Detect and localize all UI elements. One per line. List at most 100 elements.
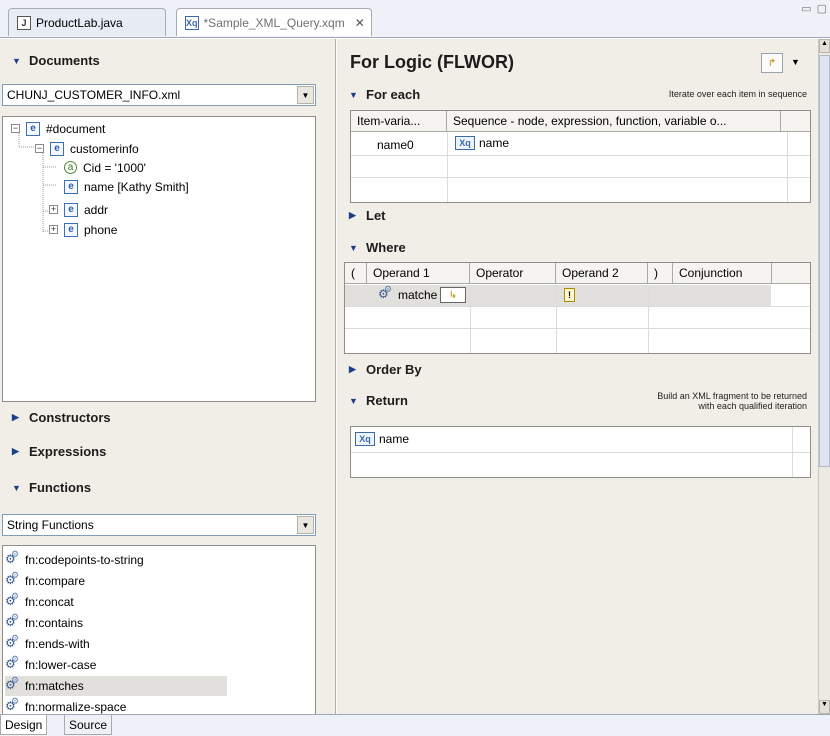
collapsed-triangle-icon: ▶ — [12, 446, 19, 456]
order-by-section-header[interactable]: ▶ Order By — [349, 362, 422, 377]
functions-section-header[interactable]: ▼ Functions — [12, 480, 91, 495]
document-select[interactable]: CHUNJ_CUSTOMER_INFO.xml ▼ — [2, 84, 316, 106]
expressions-label: Expressions — [29, 444, 107, 459]
function-label: fn:normalize-space — [25, 700, 127, 714]
flwor-panel: For Logic (FLWOR) ↱ ▼ ▼ For each Iterate… — [337, 39, 818, 714]
list-item[interactable]: fn:normalize-space — [5, 696, 127, 714]
expressions-section-header[interactable]: ▶ Expressions — [12, 444, 106, 459]
close-tab-icon[interactable]: ✕ — [355, 16, 365, 30]
column-header[interactable]: ) — [648, 263, 673, 284]
tab-source[interactable]: Source — [64, 715, 113, 735]
tab-label: *Sample_XML_Query.xqm — [203, 15, 345, 30]
list-item[interactable]: fn:codepoints-to-string — [5, 549, 144, 570]
expand-icon[interactable]: + — [49, 205, 58, 214]
return-section-header[interactable]: ▼ Return — [349, 393, 408, 408]
column-header[interactable]: Operand 2 — [556, 263, 648, 284]
column-header[interactable]: Conjunction — [673, 263, 772, 284]
operand1-value: matche — [398, 288, 438, 302]
editor-tab-bar: J ProductLab.java Xq *Sample_XML_Query.x… — [0, 0, 830, 38]
documents-section-header[interactable]: ▼ Documents — [12, 53, 100, 68]
tab-sample-xml-query[interactable]: Xq *Sample_XML_Query.xqm ✕ — [176, 8, 372, 36]
function-gear-icon — [5, 654, 21, 672]
tab-productlab-java[interactable]: J ProductLab.java — [8, 8, 166, 36]
sequence-cell[interactable]: Xq name — [455, 136, 509, 150]
return-editor[interactable]: Xq name — [350, 426, 811, 478]
return-value: name — [379, 432, 410, 446]
return-hint-line: Build an XML fragment to be returned — [657, 391, 807, 401]
edit-function-button-icon[interactable]: ↳ — [440, 287, 466, 303]
tab-design[interactable]: Design — [0, 715, 48, 735]
constructors-section-header[interactable]: ▶ Constructors — [12, 410, 111, 425]
expanded-triangle-icon: ▼ — [349, 395, 358, 406]
return-hint-line: with each qualified iteration — [698, 401, 807, 411]
xquery-file-icon: Xq — [185, 15, 199, 30]
tree-node-cid[interactable]: a Cid = '1000' — [64, 159, 146, 176]
collapsed-triangle-icon: ▶ — [349, 364, 356, 374]
column-header[interactable]: Operand 1 — [367, 263, 470, 284]
edit-toolbar-icon[interactable]: ↱ — [761, 53, 783, 73]
where-label: Where — [366, 240, 406, 255]
functions-select-value: String Functions — [7, 518, 94, 532]
tree-node-name[interactable]: e name [Kathy Smith] — [64, 178, 189, 195]
attribute-icon: a — [64, 161, 77, 174]
tree-node-label: phone — [84, 222, 118, 237]
tree-node-label: #document — [46, 121, 106, 136]
return-hint: Build an XML fragment to be returned wit… — [587, 391, 807, 411]
where-section-header[interactable]: ▼ Where — [349, 240, 406, 255]
function-gear-icon — [5, 549, 21, 567]
java-file-icon: J — [17, 15, 31, 30]
list-item[interactable]: fn:concat — [5, 591, 74, 612]
function-label: fn:matches — [25, 679, 84, 693]
column-header[interactable]: Item-varia... — [351, 111, 447, 132]
functions-label: Functions — [29, 480, 92, 495]
list-item[interactable]: fn:contains — [5, 612, 83, 633]
tree-node-label: name [Kathy Smith] — [84, 179, 189, 194]
function-gear-icon — [5, 570, 21, 588]
list-item[interactable]: fn:compare — [5, 570, 85, 591]
document-tree: − e #document − e customerinfo a Cid = '… — [2, 116, 316, 402]
return-item[interactable]: Xq name — [355, 432, 409, 446]
dropdown-arrow-icon[interactable]: ▼ — [297, 516, 314, 534]
functions-category-select[interactable]: String Functions ▼ — [2, 514, 316, 536]
tree-node-label: customerinfo — [70, 141, 139, 156]
for-each-section-header[interactable]: ▼ For each — [349, 87, 420, 102]
collapse-icon[interactable]: − — [35, 144, 44, 153]
chevron-down-icon[interactable]: ▼ — [791, 57, 800, 67]
let-section-header[interactable]: ▶ Let — [349, 208, 386, 223]
column-header[interactable]: Sequence - node, expression, function, v… — [447, 111, 781, 132]
expanded-triangle-icon: ▼ — [349, 89, 358, 100]
column-header[interactable]: ( — [345, 263, 367, 284]
scroll-up-arrow-icon[interactable]: ▲ — [819, 39, 830, 53]
expanded-triangle-icon: ▼ — [12, 482, 21, 493]
list-item-selected[interactable]: fn:matches — [5, 675, 227, 696]
dropdown-arrow-icon[interactable]: ▼ — [297, 86, 314, 104]
scrollbar-thumb[interactable] — [819, 55, 830, 467]
expand-icon[interactable]: + — [49, 225, 58, 234]
tree-node-addr[interactable]: + e addr — [49, 201, 108, 218]
collapsed-triangle-icon: ▶ — [12, 412, 19, 422]
let-label: Let — [366, 208, 386, 223]
warning-icon: ! — [564, 288, 575, 302]
scroll-down-arrow-icon[interactable]: ▼ — [819, 700, 830, 714]
column-header-empty — [772, 263, 810, 284]
order-by-label: Order By — [366, 362, 422, 377]
collapse-icon[interactable]: − — [11, 124, 20, 133]
tree-node-customerinfo[interactable]: − e customerinfo — [35, 140, 139, 157]
vertical-scrollbar[interactable]: ▲ ▼ — [818, 39, 830, 714]
operand1-cell[interactable]: matche — [378, 284, 438, 302]
tree-node-label: addr — [84, 202, 109, 217]
where-table: ( Operand 1 Operator Operand 2 ) Conjunc… — [344, 262, 811, 354]
documents-label: Documents — [29, 53, 100, 68]
list-item[interactable]: fn:ends-with — [5, 633, 90, 654]
function-gear-icon — [5, 612, 21, 630]
expanded-triangle-icon: ▼ — [12, 55, 21, 66]
editor-mode-tabs: Design Source — [0, 714, 830, 736]
tree-node-document[interactable]: − e #document — [11, 120, 105, 137]
list-item[interactable]: fn:lower-case — [5, 654, 96, 675]
minimize-maximize-icon[interactable]: ▭ ▢ — [801, 2, 828, 15]
column-header[interactable]: Operator — [470, 263, 556, 284]
function-label: fn:codepoints-to-string — [25, 553, 144, 567]
element-icon: e — [64, 222, 78, 237]
item-variable-cell[interactable]: name0 — [377, 138, 414, 152]
tree-node-phone[interactable]: + e phone — [49, 221, 117, 238]
